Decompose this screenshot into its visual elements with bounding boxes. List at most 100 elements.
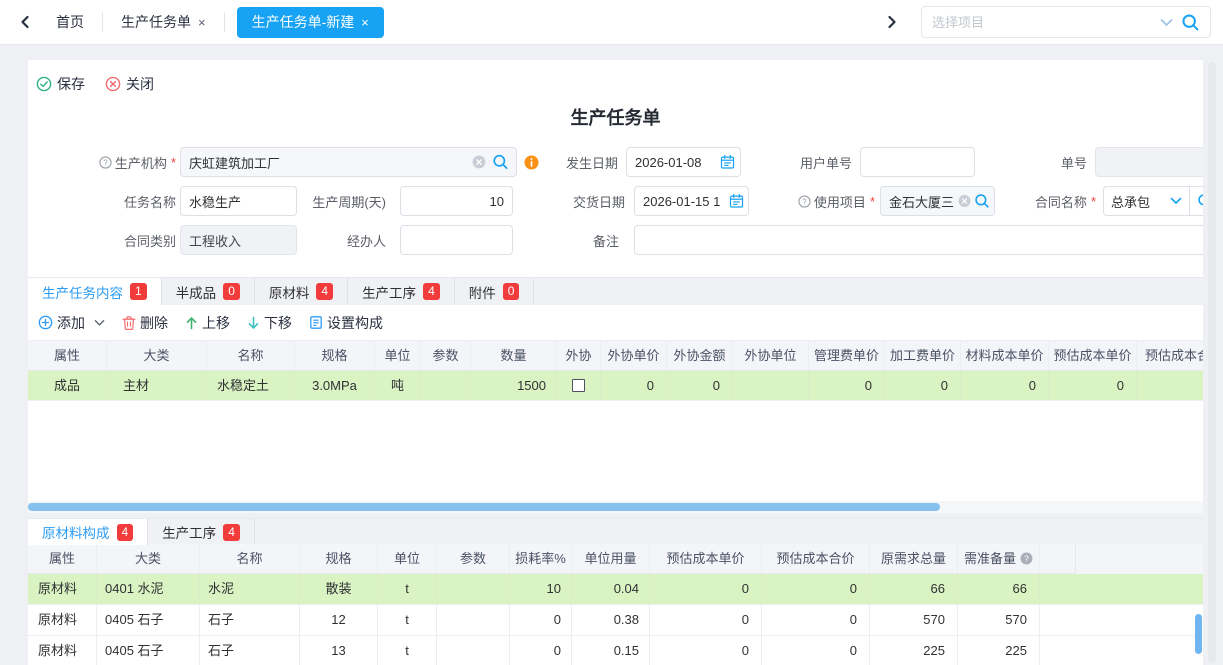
col-header: 大类: [107, 341, 207, 371]
tab-label: 原材料构成: [42, 522, 110, 542]
delete-button[interactable]: 删除: [122, 313, 168, 333]
move-up-button[interactable]: 上移: [185, 313, 230, 333]
clear-icon[interactable]: [472, 155, 486, 169]
doc-no-input: [1095, 147, 1203, 177]
tab-process-composition[interactable]: 生产工序 4: [148, 519, 255, 545]
horizontal-scrollbar: [28, 501, 1203, 513]
search-icon[interactable]: [492, 154, 509, 171]
contract-select-group: 总承包: [1103, 186, 1203, 216]
tabs-scroll-right-icon[interactable]: [879, 9, 905, 35]
info-icon[interactable]: [524, 155, 539, 170]
clear-icon[interactable]: [958, 195, 971, 208]
arrow-down-icon: [247, 316, 260, 330]
help-circle-icon: ?: [99, 156, 112, 169]
tab-divider: [224, 12, 225, 32]
user-no-input[interactable]: [860, 147, 975, 177]
col-header: 单位: [375, 341, 421, 371]
issue-date-field-wrap: [626, 147, 741, 177]
project-selector[interactable]: [921, 6, 1211, 38]
save-button[interactable]: 保存: [36, 74, 85, 94]
table-empty-area: [28, 401, 1203, 501]
tab-attachments[interactable]: 附件 0: [455, 278, 535, 305]
cell-prep-qty: 570: [958, 605, 1040, 635]
horizontal-scrollbar-thumb[interactable]: [28, 503, 940, 511]
move-up-label: 上移: [202, 313, 230, 333]
cycle-label: 生产周期(天): [297, 186, 386, 216]
move-down-label: 下移: [264, 313, 292, 333]
calendar-icon[interactable]: [729, 194, 744, 209]
move-down-button[interactable]: 下移: [247, 313, 292, 333]
search-icon[interactable]: [1181, 13, 1200, 32]
remark-input[interactable]: [634, 225, 1203, 255]
task-name-label: 任务名称: [28, 186, 176, 216]
contract-type-label: 合同类别: [28, 225, 176, 255]
col-header: 单位: [378, 544, 437, 574]
cell-loss: 0: [510, 636, 572, 665]
project-label: 使用项目: [814, 192, 866, 211]
tab-production-task-new[interactable]: 生产任务单-新建 ×: [237, 7, 384, 38]
add-button[interactable]: 添加: [38, 313, 105, 333]
table-row[interactable]: 原材料 0405 石子 石子 13 t 0 0.15 0 0 225 225: [28, 636, 1203, 665]
tab-processes[interactable]: 生产工序 4: [348, 278, 455, 305]
cell-param: [437, 574, 510, 604]
calendar-icon[interactable]: [720, 155, 735, 170]
composition-tab-strip: 原材料构成 4 生产工序 4: [28, 518, 1203, 544]
chevron-down-icon[interactable]: [1160, 18, 1173, 27]
tab-task-content[interactable]: 生产任务内容 1: [28, 278, 162, 305]
table-row-selected[interactable]: 原材料 0401 水泥 水泥 散装 t 10 0.04 0 0 66 66: [28, 574, 1203, 605]
tab-label: 生产任务内容: [42, 282, 123, 302]
cycle-input[interactable]: [400, 186, 513, 216]
cell-category: 0401 水泥: [97, 574, 200, 604]
cell-est-cost-total: [1137, 371, 1203, 400]
tab-home[interactable]: 首页: [38, 0, 102, 45]
org-input[interactable]: [180, 147, 517, 177]
cell-attr: 原材料: [28, 636, 97, 665]
top-tab-bar: 首页 生产任务单 × 生产任务单-新建 ×: [0, 0, 1223, 45]
page-vertical-scrollbar-track: [1208, 62, 1216, 663]
col-header-filler: [1040, 544, 1076, 574]
search-icon[interactable]: [974, 193, 990, 209]
cell-unit-usage: 0.38: [572, 605, 650, 635]
org-label: 生产机构: [115, 153, 167, 172]
vertical-scrollbar-thumb[interactable]: [1195, 614, 1202, 654]
table-row[interactable]: 原材料 0405 石子 石子 12 t 0 0.38 0 0 570 570: [28, 605, 1203, 636]
tab-semi-finished[interactable]: 半成品 0: [162, 278, 255, 305]
outsource-checkbox[interactable]: [572, 379, 585, 392]
cell-prep-qty: 225: [958, 636, 1040, 665]
close-button[interactable]: 关闭: [105, 74, 154, 94]
cell-qty: 1500: [471, 371, 557, 400]
table-row-selected[interactable]: 成品 主材 水稳定土 3.0MPa 吨 1500 0 0 0 0 0 0: [28, 371, 1203, 401]
cell-est-price: 0: [650, 636, 762, 665]
tab-production-task-list[interactable]: 生产任务单 ×: [103, 0, 224, 45]
document-panel: 保存 关闭 生产任务单 ? 生产机构*: [28, 60, 1203, 513]
composition-panel: 原材料构成 4 生产工序 4 属性 大类 名称 规格 单位 参数 损耗率% 单位…: [28, 518, 1203, 665]
contract-search-button[interactable]: [1190, 187, 1203, 215]
col-header: 原需求总量: [870, 544, 958, 574]
cell-attr: 原材料: [28, 605, 97, 635]
task-name-input[interactable]: [180, 186, 297, 216]
count-badge: 4: [117, 524, 134, 541]
tab-material-composition[interactable]: 原材料构成 4: [28, 519, 148, 545]
help-circle-icon: ?: [798, 195, 811, 208]
tabs-scroll-left-icon[interactable]: [12, 9, 38, 35]
svg-text:?: ?: [802, 197, 807, 206]
cell-category: 0405 石子: [97, 605, 200, 635]
col-header: 外协单位: [733, 341, 809, 371]
count-badge: 0: [503, 283, 520, 300]
tab-raw-materials[interactable]: 原材料 4: [255, 278, 348, 305]
col-header: 大类: [97, 544, 200, 574]
set-composition-button[interactable]: 设置构成: [309, 313, 383, 333]
cell-out-unit: [733, 371, 809, 400]
tab-close-icon[interactable]: ×: [198, 15, 206, 30]
tab-close-icon[interactable]: ×: [361, 15, 369, 30]
delivery-date-field-wrap: [634, 186, 749, 216]
project-select-input[interactable]: [932, 15, 1152, 30]
svg-text:?: ?: [1024, 553, 1029, 563]
cell-name: 水泥: [200, 574, 300, 604]
svg-text:?: ?: [103, 158, 108, 167]
col-header: 名称: [207, 341, 295, 371]
col-header: 加工费单价: [885, 341, 961, 371]
header-form: ? 生产机构* 发生日期 用户: [28, 147, 1203, 264]
handler-input[interactable]: [400, 225, 513, 255]
contract-select[interactable]: 总承包: [1104, 187, 1189, 215]
